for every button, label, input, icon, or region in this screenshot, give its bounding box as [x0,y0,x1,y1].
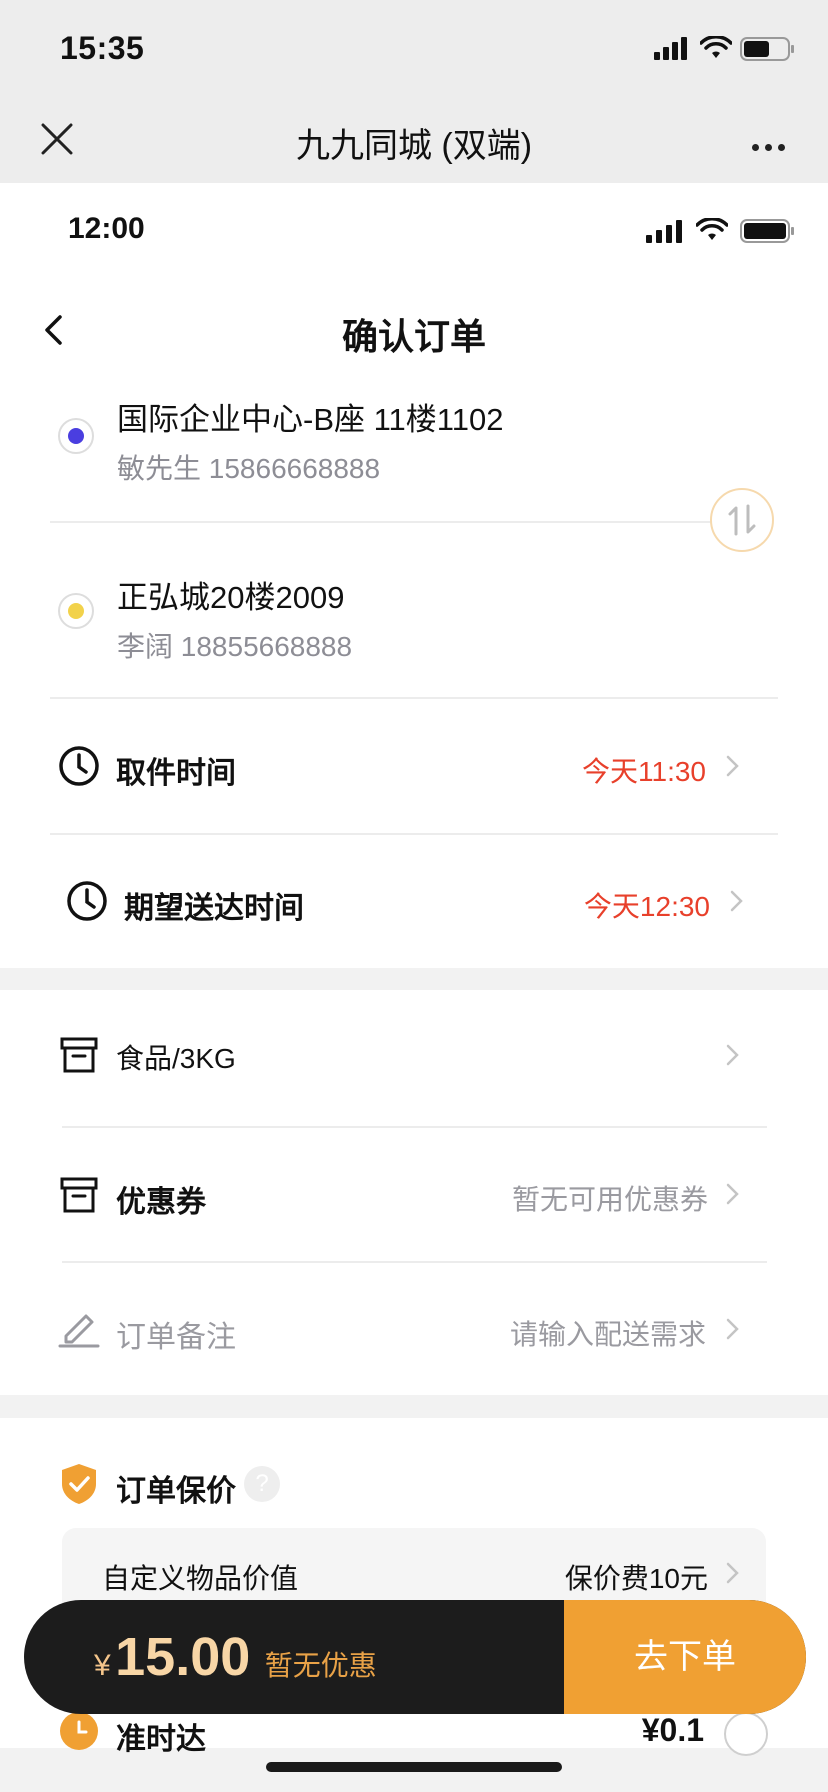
divider [50,697,778,699]
insurance-title: 订单保价 [116,1475,236,1508]
clock-icon [66,880,108,927]
currency-symbol: ¥ [94,1649,111,1682]
cellular-signal-icon [654,36,690,67]
shield-check-icon [60,1462,98,1511]
delivery-address-line: 正弘城20楼2009 [117,580,345,615]
divider [50,833,778,835]
edit-pencil-icon [58,1306,100,1353]
chevron-right-icon [726,1562,740,1589]
delivery-dot [68,603,84,619]
coupon-box-icon [60,1177,98,1218]
pickup-radio[interactable] [58,418,94,454]
pickup-time-value: 今天11:30 [582,756,706,787]
checkout-bar: ¥ 15.00 暂无优惠 去下单 [24,1600,806,1714]
remark-label: 订单备注 [116,1321,236,1354]
app-status-time: 12:00 [68,212,145,245]
battery-icon [740,36,796,67]
on-time-clock-icon [60,1712,98,1750]
chevron-right-icon [726,1044,740,1071]
pickup-address[interactable]: 国际企业中心-B座 11楼1102 敏先生 15866668888 [117,394,503,487]
app-wifi-icon [695,217,729,247]
system-time: 15:35 [60,30,145,66]
clock-icon [58,745,100,792]
app-battery-icon [740,218,796,249]
page-title: 确认订单 [341,316,486,357]
delivery-contact: 李阔 18855668888 [117,631,353,662]
on-time-price: ¥0.1 [641,1712,704,1748]
remark-placeholder: 请输入配送需求 [509,1319,706,1350]
delivery-address[interactable]: 正弘城20楼2009 李阔 18855668888 [117,572,352,665]
pickup-time-label: 取件时间 [116,757,236,790]
on-time-checkbox[interactable] [724,1712,768,1756]
app-cellular-signal-icon [646,218,684,249]
divider [62,1126,767,1128]
delivery-radio[interactable] [58,593,94,629]
more-options-icon[interactable] [752,138,791,156]
wifi-icon [699,35,733,65]
custom-value-fee: 保价费10元 [564,1563,708,1594]
mini-program-title: 九九同城 (双端) [295,127,533,165]
goods-label: 食品/3KG [116,1043,236,1074]
address-divider [50,521,712,523]
expected-time-value: 今天12:30 [583,891,710,922]
promo-text: 暂无优惠 [264,1650,377,1681]
help-icon[interactable]: ? [244,1466,280,1502]
chevron-right-icon [726,755,740,782]
swap-address-button[interactable] [710,488,774,552]
swap-arrows-icon [728,504,756,536]
coupon-label: 优惠券 [116,1186,206,1219]
price-group: ¥ 15.00 暂无优惠 [94,1600,377,1714]
pickup-dot [68,428,84,444]
custom-value-label: 自定义物品价值 [102,1563,299,1594]
pickup-address-line: 国际企业中心-B座 11楼1102 [117,402,504,437]
place-order-button[interactable]: 去下单 [564,1600,806,1714]
chevron-right-icon [726,1183,740,1210]
chevron-right-icon [730,890,744,917]
expected-time-label: 期望送达时间 [124,892,304,925]
home-indicator [266,1762,562,1772]
coupon-value: 暂无可用优惠券 [511,1184,708,1215]
divider [62,1261,767,1263]
chevron-right-icon [726,1318,740,1345]
total-price: 15.00 [115,1627,251,1687]
on-time-label: 准时达 [116,1723,206,1756]
pickup-contact: 敏先生 15866668888 [117,453,381,484]
package-box-icon [60,1037,98,1078]
